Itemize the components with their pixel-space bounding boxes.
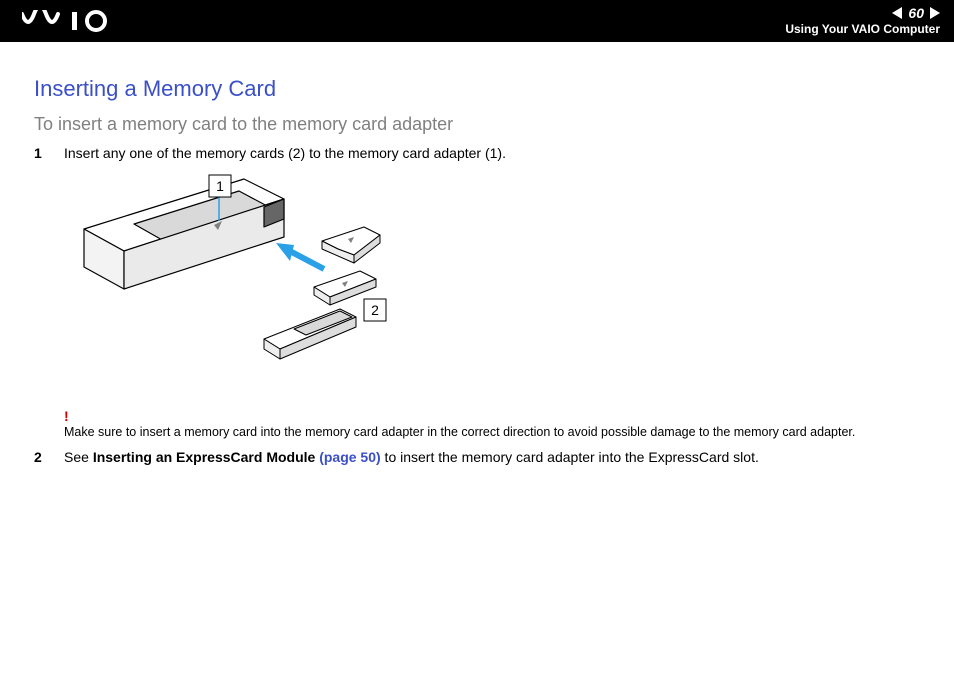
header-right: 60 Using Your VAIO Computer xyxy=(785,6,940,37)
step-text: Insert any one of the memory cards (2) t… xyxy=(64,145,920,161)
section-subtitle: To insert a memory card to the memory ca… xyxy=(34,114,920,135)
xref-page-link[interactable]: (page 50) xyxy=(319,449,380,465)
step-text: See Inserting an ExpressCard Module (pag… xyxy=(64,449,920,465)
step-2: 2 See Inserting an ExpressCard Module (p… xyxy=(34,449,920,465)
step-1: 1 Insert any one of the memory cards (2)… xyxy=(34,145,920,161)
warning-block: ! Make sure to insert a memory card into… xyxy=(64,409,920,439)
diagram-svg: 1 2 xyxy=(64,169,404,399)
page-title: Inserting a Memory Card xyxy=(34,76,920,102)
page-number: 60 xyxy=(908,6,924,21)
step2-text-a: See xyxy=(64,449,93,465)
step-number: 2 xyxy=(34,449,48,465)
breadcrumb[interactable]: Using Your VAIO Computer xyxy=(785,23,940,36)
vaio-logo xyxy=(22,10,118,32)
next-page-arrow-icon[interactable] xyxy=(930,7,940,19)
callout-2-label: 2 xyxy=(371,302,379,318)
prev-page-arrow-icon[interactable] xyxy=(892,7,902,19)
callout-2: 2 xyxy=(364,299,386,321)
page-header: 60 Using Your VAIO Computer xyxy=(0,0,954,42)
warning-text: Make sure to insert a memory card into t… xyxy=(64,425,920,439)
step-number: 1 xyxy=(34,145,48,161)
step2-text-b: to insert the memory card adapter into t… xyxy=(381,449,759,465)
xref-link-bold: Inserting an ExpressCard Module xyxy=(93,449,319,465)
warning-icon: ! xyxy=(64,409,920,423)
page-content: Inserting a Memory Card To insert a memo… xyxy=(0,42,954,465)
figure-memory-card-adapter: 1 2 xyxy=(64,169,920,399)
callout-1-label: 1 xyxy=(216,178,224,194)
vaio-logo-svg xyxy=(22,10,118,32)
page-nav: 60 xyxy=(785,6,940,21)
